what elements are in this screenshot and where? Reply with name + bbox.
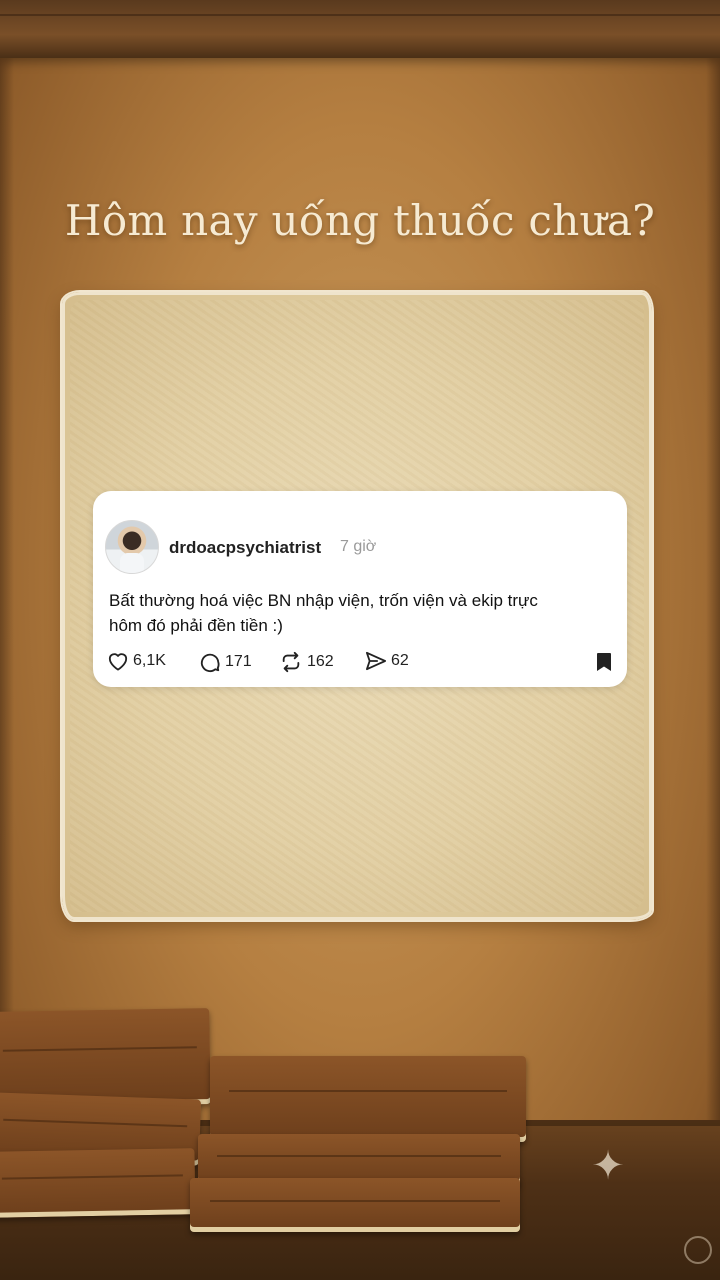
bookmark-icon bbox=[595, 653, 613, 676]
wooden-beam bbox=[0, 0, 720, 58]
repost-button[interactable]: 162 bbox=[279, 651, 334, 673]
watermark-icon bbox=[684, 1236, 712, 1264]
share-button[interactable]: 62 bbox=[365, 651, 409, 671]
book-left-bottom bbox=[0, 1148, 196, 1218]
share-count: 62 bbox=[391, 652, 409, 669]
post-text: Bất thường hoá việc BN nhập viện, trốn v… bbox=[109, 588, 609, 638]
avatar[interactable] bbox=[105, 520, 159, 574]
comment-icon bbox=[199, 651, 221, 673]
repost-count: 162 bbox=[307, 653, 334, 670]
bookmark-button[interactable] bbox=[595, 652, 613, 677]
like-button[interactable]: 6,1K bbox=[107, 651, 166, 671]
post-card[interactable]: drdoacpsychiatrist 7 giờ Bất thường hoá … bbox=[93, 491, 627, 687]
send-icon bbox=[365, 651, 387, 671]
like-count: 6,1K bbox=[133, 652, 166, 669]
post-text-line-2: hôm đó phải đền tiền :) bbox=[109, 616, 283, 635]
reply-button[interactable]: 171 bbox=[199, 651, 252, 673]
heart-icon bbox=[107, 651, 129, 671]
post-username[interactable]: drdoacpsychiatrist bbox=[169, 538, 321, 558]
post-actions: 6,1K 171 162 62 bbox=[107, 651, 613, 673]
post-timestamp: 7 giờ bbox=[340, 538, 377, 555]
book-right-top bbox=[210, 1056, 526, 1142]
headline: Hôm nay uống thuốc chưa? bbox=[64, 196, 656, 245]
repost-icon bbox=[279, 651, 303, 673]
post-text-line-1: Bất thường hoá việc BN nhập viện, trốn v… bbox=[109, 591, 538, 610]
book-stacks bbox=[0, 1000, 720, 1280]
reply-count: 171 bbox=[225, 653, 252, 670]
book-right-bottom bbox=[190, 1178, 520, 1232]
sparkle-icon: ✦ bbox=[591, 1144, 625, 1188]
